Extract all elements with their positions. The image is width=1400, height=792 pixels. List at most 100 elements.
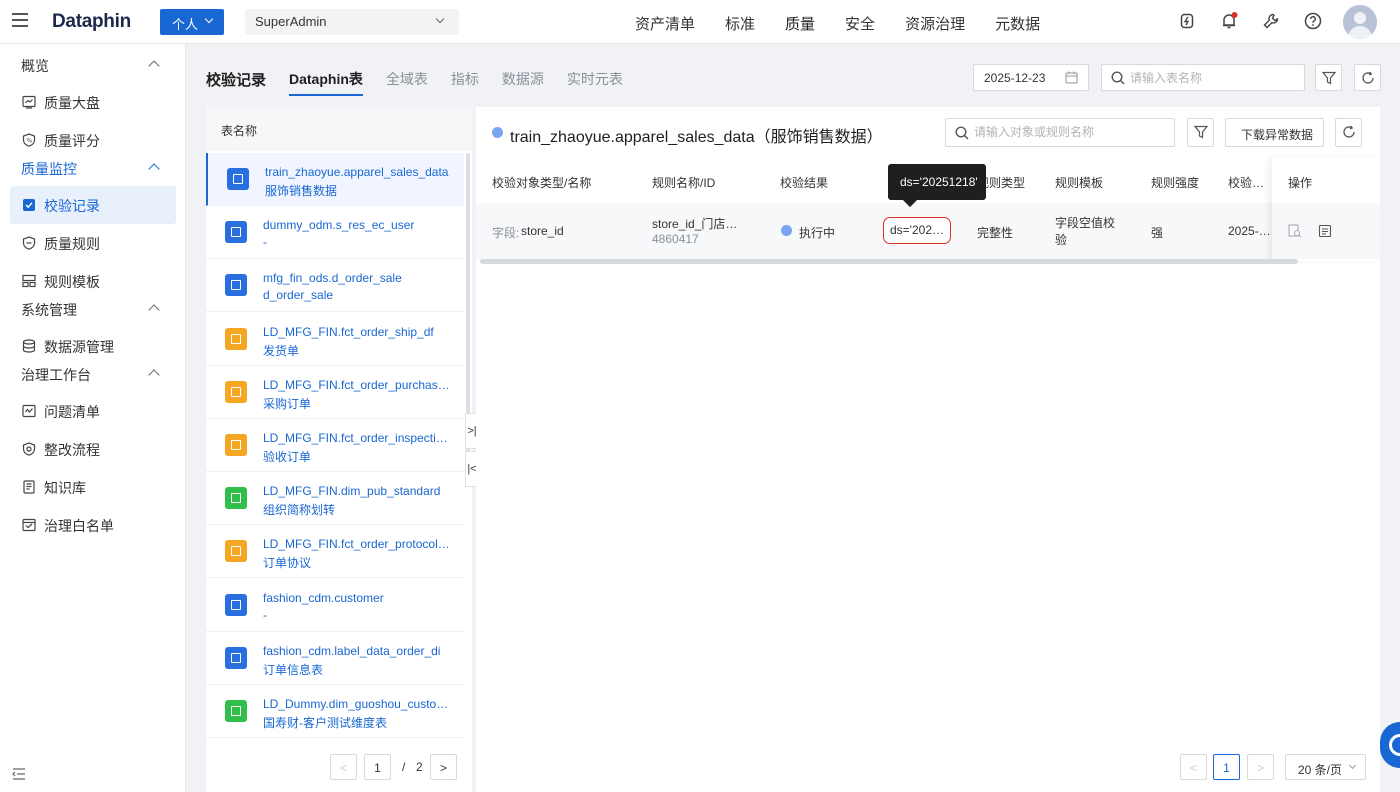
horizontal-scrollbar[interactable] bbox=[480, 259, 1298, 264]
database-icon bbox=[22, 339, 36, 353]
table-desc: 订单协议 bbox=[263, 556, 312, 571]
sidebar-item-label: 问题清单 bbox=[44, 404, 100, 420]
top-bar: Dataphin 个人 SuperAdmin 资产清单 标准 质量 安全 资源治理 元数据 bbox=[0, 0, 1400, 44]
nav-item-3[interactable]: 安全 bbox=[830, 0, 890, 44]
view-detail-icon[interactable] bbox=[1288, 224, 1302, 238]
tab-2[interactable]: 指标 bbox=[451, 60, 479, 96]
chevron-up-icon[interactable] bbox=[148, 304, 160, 316]
detail-page-1[interactable]: 1 bbox=[1213, 754, 1240, 780]
tab-1[interactable]: 全域表 bbox=[386, 60, 428, 96]
nav-item-0[interactable]: 资产清单 bbox=[620, 0, 710, 44]
calendar-icon bbox=[1065, 71, 1078, 84]
sidebar-group-1[interactable]: 质量监控 bbox=[21, 159, 77, 179]
collapse-sidebar-icon[interactable] bbox=[12, 768, 26, 780]
page-size-select[interactable]: 20 条/页 bbox=[1285, 754, 1366, 780]
prev-page-button[interactable]: < bbox=[330, 754, 357, 780]
list-item[interactable]: fashion_cdm.label_data_order_di 订单信息表 bbox=[206, 631, 464, 685]
table-search-input[interactable] bbox=[1130, 71, 1290, 85]
list-item[interactable]: LD_MFG_FIN.dim_pub_standard 组织简称划转 bbox=[206, 472, 464, 526]
page-size-label: 20 条/页 bbox=[1298, 763, 1343, 777]
bell-icon[interactable] bbox=[1220, 12, 1238, 30]
table-type-icon bbox=[225, 380, 247, 403]
sidebar-group-2[interactable]: 系统管理 bbox=[21, 300, 77, 320]
log-icon[interactable] bbox=[1318, 224, 1332, 238]
list-item[interactable]: LD_MFG_FIN.fct_order_purchase_df 采购订单 bbox=[206, 365, 464, 419]
shield-score-icon: % bbox=[22, 133, 36, 147]
rule-name[interactable]: store_id_门店信息校验 bbox=[652, 215, 748, 232]
filter-button[interactable] bbox=[1315, 64, 1342, 91]
table-name: LD_Dummy.dim_guoshou_customer bbox=[263, 697, 451, 711]
table-search[interactable] bbox=[1101, 64, 1305, 91]
tab-4[interactable]: 实时元表 bbox=[567, 60, 623, 96]
list-item[interactable]: LD_MFG_FIN.fct_order_inspection_df 验收订单 bbox=[206, 419, 464, 472]
refresh-button[interactable] bbox=[1335, 118, 1362, 147]
table-desc: - bbox=[263, 607, 267, 622]
table-type-icon bbox=[225, 540, 247, 563]
nav-item-5[interactable]: 元数据 bbox=[980, 0, 1055, 44]
table-type-icon bbox=[225, 434, 247, 456]
tenant-label: SuperAdmin bbox=[255, 14, 327, 29]
table-type-icon bbox=[225, 646, 247, 669]
nav-item-2[interactable]: 质量 bbox=[770, 0, 830, 44]
table-desc: 服饰销售数据 bbox=[265, 184, 338, 198]
sidebar-item-2-0[interactable]: 数据源管理 bbox=[10, 327, 176, 365]
sidebar-item-1-1[interactable]: 质量规则 bbox=[10, 224, 176, 262]
list-item[interactable]: dummy_odm.s_res_ec_user - bbox=[206, 206, 464, 260]
sidebar-group-3[interactable]: 治理工作台 bbox=[21, 365, 91, 385]
help-icon[interactable] bbox=[1304, 12, 1322, 30]
page-title: 校验记录 bbox=[206, 72, 267, 89]
list-item[interactable]: LD_Dummy.dim_guoshou_customer 国寿财-客户测试维度表 bbox=[206, 685, 464, 738]
refresh-icon bbox=[1362, 71, 1374, 84]
chevron-up-icon[interactable] bbox=[148, 369, 160, 381]
date-picker[interactable]: 2025-12-23 bbox=[973, 64, 1089, 91]
tab-0[interactable]: Dataphin表 bbox=[289, 60, 363, 96]
chevron-up-icon[interactable] bbox=[148, 60, 160, 72]
next-page-button[interactable]: > bbox=[430, 754, 457, 780]
rule-search-input[interactable] bbox=[974, 125, 1134, 139]
table-type-icon bbox=[227, 168, 249, 190]
chevron-up-icon[interactable] bbox=[148, 163, 160, 175]
sidebar-item-3-1[interactable]: 整改流程 bbox=[10, 430, 176, 468]
list-item[interactable]: LD_MFG_FIN.fct_order_protocol_df 订单协议 bbox=[206, 525, 464, 579]
wrench-icon[interactable] bbox=[1262, 12, 1280, 30]
refresh-button[interactable] bbox=[1354, 64, 1381, 91]
menu-icon[interactable] bbox=[12, 13, 28, 29]
nav-item-1[interactable]: 标准 bbox=[710, 0, 770, 44]
sidebar-item-3-0[interactable]: 问题清单 bbox=[10, 392, 176, 430]
logo[interactable]: Dataphin bbox=[52, 11, 131, 33]
detail-next-page-button[interactable]: > bbox=[1247, 754, 1274, 780]
assistant-button[interactable] bbox=[1380, 722, 1400, 768]
list-item[interactable]: mfg_fin_ods.d_order_sale d_order_sale bbox=[206, 259, 464, 313]
tab-3[interactable]: 数据源 bbox=[502, 60, 544, 96]
download-abnormal-button[interactable]: 下载异常数据 bbox=[1225, 118, 1324, 147]
table-type-icon bbox=[225, 700, 247, 722]
partition-value[interactable]: ds='20251218' bbox=[883, 217, 951, 244]
list-item[interactable]: fashion_cdm.customer - bbox=[206, 578, 464, 632]
sidebar-item-3-3[interactable]: 治理白名单 bbox=[10, 506, 176, 544]
detail-prev-page-button[interactable]: < bbox=[1180, 754, 1207, 780]
col-header-start: 校验开始 bbox=[1228, 176, 1272, 190]
sidebar-item-label: 知识库 bbox=[44, 480, 86, 496]
sidebar-item-label: 数据源管理 bbox=[44, 339, 114, 355]
tenant-select[interactable]: SuperAdmin bbox=[245, 9, 459, 35]
sidebar-group-0[interactable]: 概览 bbox=[21, 56, 49, 76]
sidebar-item-0-1[interactable]: % 质量评分 bbox=[10, 121, 176, 159]
avatar[interactable] bbox=[1343, 5, 1377, 39]
sidebar-item-1-0[interactable]: 校验记录 bbox=[10, 186, 176, 224]
rule-search[interactable] bbox=[945, 118, 1175, 147]
table-desc: 采购订单 bbox=[263, 396, 312, 411]
bolt-icon[interactable] bbox=[1178, 12, 1196, 30]
scope-dropdown[interactable]: 个人 bbox=[160, 9, 224, 35]
sidebar-item-0-0[interactable]: 质量大盘 bbox=[10, 83, 176, 121]
nav-item-4[interactable]: 资源治理 bbox=[890, 0, 980, 44]
refresh-icon bbox=[1343, 125, 1355, 138]
sidebar-item-1-2[interactable]: 规则模板 bbox=[10, 262, 176, 300]
table-row[interactable]: 字段: store_id store_id_门店信息校验 4860417 执行中… bbox=[476, 203, 1380, 259]
page-input[interactable]: 1 bbox=[364, 754, 391, 780]
sidebar-item-3-2[interactable]: 知识库 bbox=[10, 468, 176, 506]
list-item[interactable]: train_zhaoyue.apparel_sales_data 服饰销售数据 bbox=[206, 153, 464, 206]
table-desc: - bbox=[263, 235, 267, 250]
table-desc: d_order_sale bbox=[263, 288, 334, 303]
list-item[interactable]: LD_MFG_FIN.fct_order_ship_df 发货单 bbox=[206, 312, 464, 366]
filter-button[interactable] bbox=[1187, 118, 1214, 147]
